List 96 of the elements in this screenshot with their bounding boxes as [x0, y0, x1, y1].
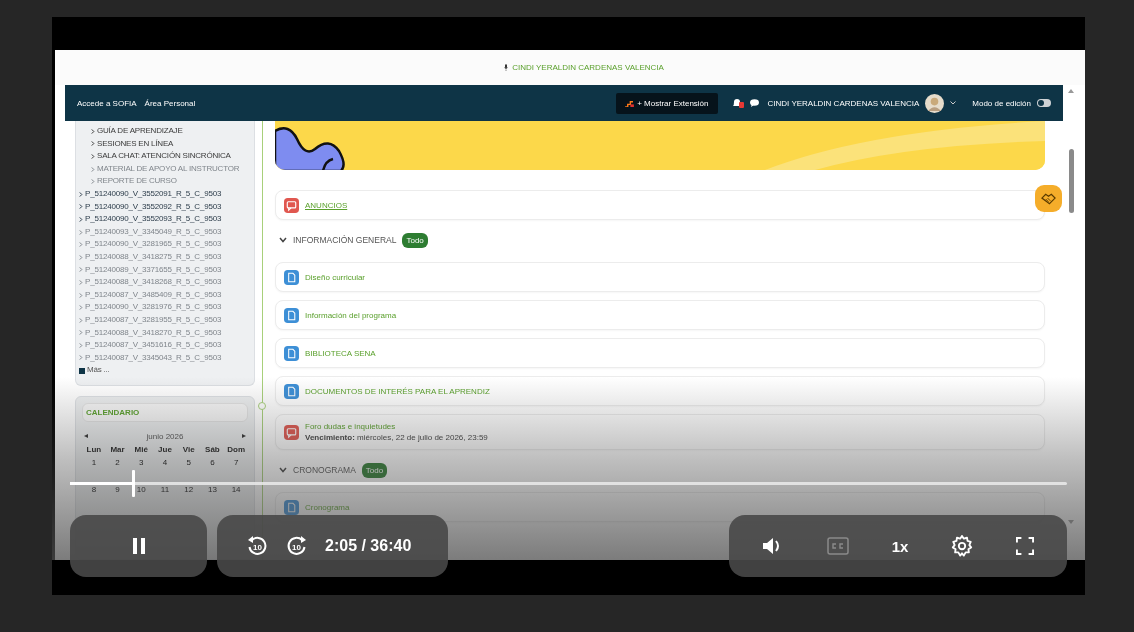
collapse-icon[interactable] — [279, 467, 287, 473]
chevron-icon — [79, 229, 83, 235]
calendar-title: CALENDARIO — [82, 402, 248, 422]
course-nav-item[interactable]: P_51240088_V_3418270_R_5_C_9503 — [79, 326, 254, 340]
weekday-label: Mié — [133, 444, 149, 454]
fullscreen-icon[interactable] — [1015, 537, 1034, 555]
avatar-icon[interactable] — [925, 93, 945, 113]
chevron-icon — [79, 191, 83, 197]
course-nav-item[interactable]: SALA CHAT: ATENCIÓN SINCRÓNICA — [79, 150, 254, 163]
weekday-label: Sáb — [204, 444, 221, 454]
course-nav-item[interactable]: P_51240087_V_3485409_R_5_C_9503 — [79, 288, 254, 302]
activity-link[interactable]: DOCUMENTOS DE INTERÉS PARA EL APRENDIZ — [305, 386, 490, 396]
chevron-icon — [79, 292, 83, 298]
calendar-day[interactable]: 1 — [82, 457, 106, 467]
course-nav-item[interactable]: REPORTE DE CURSO — [79, 175, 254, 188]
speed-button[interactable]: 1x — [891, 537, 909, 555]
section-title: CRONOGRAMA — [293, 465, 356, 475]
chevron-icon — [79, 355, 83, 361]
chat-icon[interactable] — [749, 99, 759, 107]
document-icon — [284, 499, 299, 515]
course-nav-item[interactable]: P_51240088_V_3418275_R_5_C_9503 — [79, 250, 254, 264]
calendar-day[interactable]: 9 — [105, 484, 130, 494]
course-nav-item[interactable]: P_51240090_V_3552092_R_5_C_9503 — [79, 200, 254, 214]
weekday-label: Jue — [157, 444, 173, 454]
section-badge: Todo — [361, 462, 388, 478]
course-nav-item[interactable]: MATERIAL DE APOYO AL INSTRUCTOR — [79, 162, 254, 176]
activity-link[interactable]: Foro dudas e inquietudes — [305, 422, 488, 431]
handshake-icon — [1041, 192, 1056, 205]
extension-button[interactable]: + Mostrar Extensión — [616, 92, 718, 114]
course-nav-item[interactable]: P_51240089_V_3371655_R_5_C_9503 — [79, 263, 254, 277]
previous-month-icon[interactable] — [84, 434, 88, 439]
chevron-icon — [91, 166, 95, 172]
forum-icon — [284, 197, 299, 213]
chevron-icon — [91, 128, 95, 134]
document-icon — [284, 269, 299, 285]
user-name: CINDI YERALDIN CARDENAS VALENCIA — [512, 63, 664, 72]
bell-icon[interactable] — [731, 98, 744, 108]
edit-mode-toggle[interactable] — [1037, 99, 1051, 107]
course-nav-item[interactable]: P_51240090_V_3552093_R_5_C_9503 — [79, 213, 254, 226]
nav-link[interactable]: Accede a SOFIA — [77, 98, 137, 108]
calendar-day[interactable]: 8 — [82, 484, 106, 494]
course-nav-item[interactable]: GUÍA DE APRENDIZAJE — [79, 125, 254, 138]
chevron-icon — [91, 141, 95, 147]
course-nav-item[interactable]: SESIONES EN LÍNEA — [79, 137, 254, 151]
course-nav-item[interactable]: P_51240090_V_3552091_R_5_C_9503 — [79, 187, 254, 201]
calendar-day[interactable]: 13 — [200, 484, 225, 494]
microphone-icon — [504, 64, 509, 71]
calendar-day[interactable]: 2 — [105, 457, 130, 467]
scroll-up-icon[interactable] — [1068, 89, 1074, 93]
chevron-icon — [91, 154, 95, 159]
resize-handle[interactable] — [258, 402, 266, 410]
edit-mode-label: Modo de edición — [972, 98, 1031, 108]
settings-icon[interactable] — [951, 535, 973, 557]
course-nav-item[interactable]: P_51240093_V_3345049_R_5_C_9503 — [79, 225, 254, 239]
calendar-day[interactable]: 10 — [129, 484, 154, 494]
handshake-button[interactable] — [1035, 185, 1062, 212]
calendar-day[interactable]: 6 — [200, 457, 225, 467]
calendar-day[interactable]: 3 — [129, 457, 154, 467]
activity-link[interactable]: Información del programa — [305, 310, 397, 320]
calendar-day[interactable]: 12 — [176, 484, 201, 494]
course-nav-item[interactable]: P_51240088_V_3418268_R_5_C_9503 — [79, 276, 254, 289]
weekday-label: Dom — [226, 444, 246, 454]
weekday-label: Lun — [85, 444, 103, 454]
document-icon — [284, 383, 299, 399]
month-label: junio 2026 — [146, 431, 184, 441]
announcements-link[interactable]: ANUNCIOS — [305, 200, 348, 210]
course-nav-item[interactable]: P_51240087_V_3451616_R_5_C_9503 — [79, 339, 254, 352]
square-icon — [79, 367, 85, 374]
course-nav-item[interactable]: P_51240090_V_3281976_R_5_C_9503 — [79, 301, 254, 314]
activity-link[interactable]: Diseño curricular — [305, 272, 366, 282]
due-date: Vencimiento: miércoles, 22 de julio de 2026, 23:59 — [305, 433, 488, 442]
chevron-icon — [91, 179, 95, 185]
more-link[interactable]: Más ... — [87, 364, 110, 377]
activity-link[interactable]: BIBLIOTECA SENA — [305, 348, 376, 358]
document-icon — [284, 307, 299, 323]
course-nav-item[interactable]: P_51240087_V_3345043_R_5_C_9503 — [79, 351, 254, 365]
course-nav-item[interactable]: P_51240090_V_3281965_R_5_C_9503 — [79, 238, 254, 251]
section-badge: Todo — [402, 232, 428, 248]
calendar-day[interactable]: 4 — [153, 457, 177, 467]
document-icon — [284, 345, 299, 361]
time-display: 2:05 / 36:40 — [325, 537, 412, 555]
weekday-label: Vie — [181, 444, 196, 454]
forum-icon — [284, 424, 299, 440]
section-title: INFORMACIÓN GENERAL — [293, 235, 397, 245]
calendar-day[interactable]: 14 — [224, 484, 248, 494]
course-nav-item[interactable]: P_51240087_V_3281955_R_5_C_9503 — [79, 313, 254, 327]
calendar-day[interactable]: 7 — [224, 457, 248, 467]
nav-link[interactable]: Área Personal — [144, 98, 196, 108]
user-name[interactable]: CINDI YERALDIN CARDENAS VALENCIA — [767, 98, 920, 108]
collapse-icon[interactable] — [279, 237, 287, 243]
calendar-day[interactable]: 11 — [153, 484, 177, 494]
caret-icon[interactable] — [950, 101, 957, 105]
stairs-icon — [625, 99, 635, 107]
calendar-day[interactable]: 5 — [176, 457, 201, 467]
weekday-label: Mar — [109, 444, 126, 454]
next-month-icon[interactable] — [242, 434, 246, 439]
